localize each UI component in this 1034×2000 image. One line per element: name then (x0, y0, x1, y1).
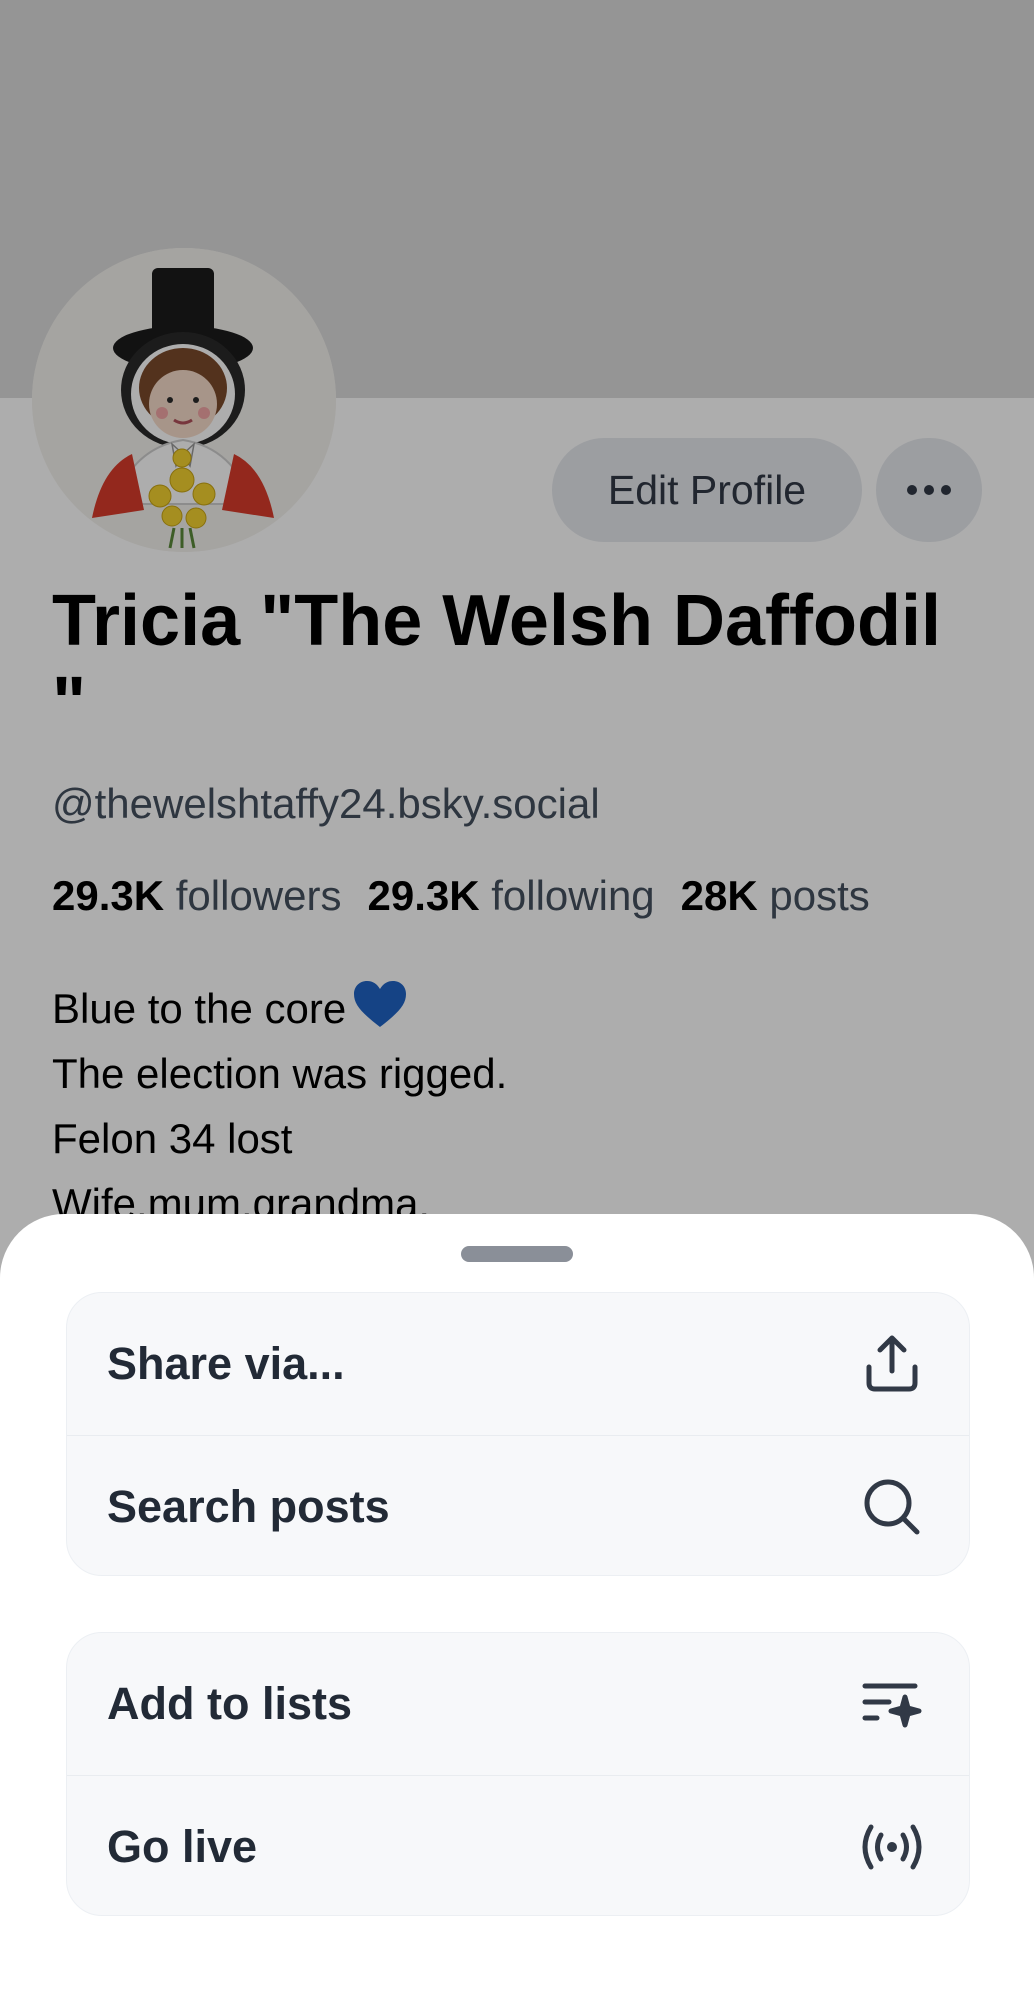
list-sparkle-icon (859, 1671, 925, 1737)
live-broadcast-icon (859, 1814, 925, 1880)
menu-item-label: Search posts (107, 1480, 390, 1532)
menu-item-go-live[interactable]: Go live (67, 1775, 969, 1915)
menu-group-actions: Add to lists Go live (66, 1632, 970, 1916)
share-icon (859, 1331, 925, 1397)
menu-item-label: Add to lists (107, 1678, 352, 1729)
search-icon (859, 1474, 925, 1540)
sheet-drag-handle[interactable] (461, 1246, 573, 1262)
menu-item-label: Go live (107, 1820, 258, 1872)
menu-group-share: Share via... Search posts (66, 1292, 970, 1576)
menu-item-share-via[interactable]: Share via... (67, 1293, 969, 1435)
menu-item-search-posts[interactable]: Search posts (67, 1435, 969, 1575)
menu-item-label: Share via... (107, 1338, 345, 1389)
menu-item-add-to-lists[interactable]: Add to lists (67, 1633, 969, 1775)
bottom-sheet: Share via... Search posts Add to lists G… (0, 1214, 1034, 2000)
